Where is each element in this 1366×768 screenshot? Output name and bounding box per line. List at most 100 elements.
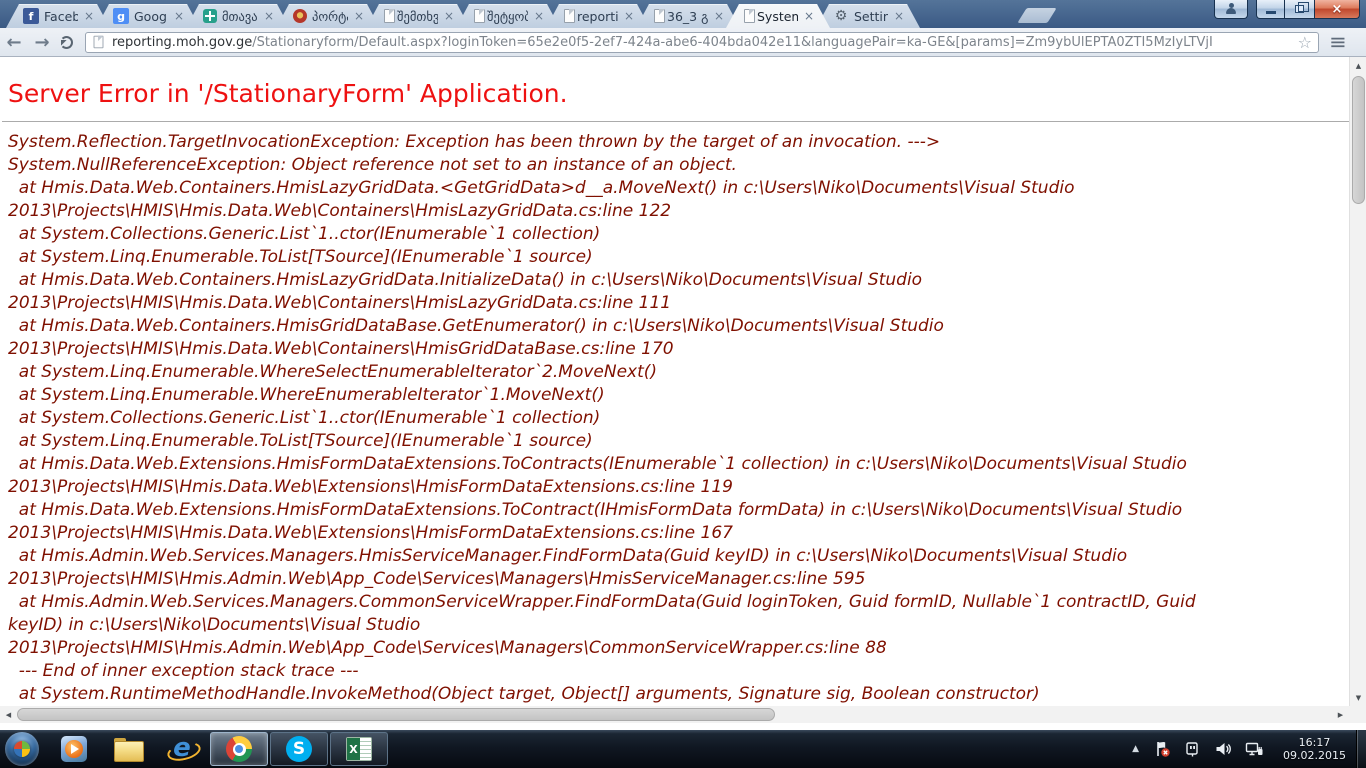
tab-facebook[interactable]: f Facebook × [6, 4, 110, 28]
tab-google[interactable]: g Google × [96, 4, 200, 28]
tabs: f Facebook × g Google × მთავარი × პორტალ… [0, 4, 920, 28]
page-content: Server Error in '/StationaryForm' Applic… [0, 57, 1366, 730]
url-text: reporting.moh.gov.ge/Stationaryform/Defa… [112, 35, 1294, 50]
page-favicon-icon [384, 9, 395, 23]
media-player-icon [61, 736, 87, 762]
horizontal-scroll-thumb[interactable] [17, 708, 775, 721]
taskbar-items: e S X [47, 730, 389, 768]
vertical-scrollbar[interactable]: ▲ ▼ [1349, 57, 1366, 706]
network-icon[interactable] [1245, 741, 1264, 758]
green-shield-favicon-icon [203, 9, 217, 23]
clock-time: 16:17 [1283, 736, 1346, 749]
tab-close-icon[interactable]: × [532, 9, 546, 23]
internet-explorer-button[interactable]: e [155, 730, 209, 768]
google-favicon-icon: g [113, 8, 129, 24]
minimize-button[interactable] [1256, 0, 1285, 19]
tab-close-icon[interactable]: × [892, 9, 906, 23]
address-bar[interactable]: reporting.moh.gov.ge/Stationaryform/Defa… [85, 32, 1319, 53]
scroll-up-arrow[interactable]: ▲ [1350, 57, 1366, 74]
clock-date: 09.02.2015 [1283, 749, 1346, 762]
tray-expand-icon[interactable]: ▲ [1132, 744, 1139, 754]
tab-title: Google [134, 9, 168, 24]
profile-button[interactable] [1214, 0, 1248, 19]
new-tab-button[interactable] [1017, 8, 1056, 23]
url-path: /Stationaryform/Default.aspx?loginToken=… [252, 35, 1213, 50]
chrome-icon [226, 736, 252, 762]
page-favicon-icon [564, 9, 575, 23]
tab-title: პორტალი [312, 9, 348, 24]
tab-title: Settings [854, 9, 888, 24]
url-domain: reporting.moh.gov.ge [112, 35, 252, 50]
tab-close-icon[interactable]: × [442, 9, 456, 23]
tab-title: მთავარი [222, 9, 258, 24]
tab-system-reflection-active[interactable]: System.Refl × [726, 4, 830, 28]
tab-title: შეტყობინე [487, 9, 528, 24]
skype-icon: S [286, 736, 312, 762]
action-center-flag-icon[interactable] [1153, 740, 1171, 758]
back-button[interactable]: ← [0, 32, 28, 53]
explorer-button[interactable] [101, 730, 155, 768]
excel-x-glyph: X [347, 738, 360, 760]
forward-button[interactable]: → [28, 32, 56, 53]
tab-strip: f Facebook × g Google × მთავარი × პორტალ… [0, 0, 1366, 28]
page-favicon-icon [654, 9, 665, 23]
menu-icon[interactable]: ≡ [1329, 32, 1347, 52]
clock[interactable]: 16:17 09.02.2015 [1283, 736, 1346, 762]
window-controls: × [1214, 0, 1360, 19]
tab-mtavari[interactable]: მთავარი × [186, 4, 290, 28]
red-emblem-favicon-icon [293, 9, 307, 23]
internet-explorer-icon: e [168, 736, 196, 762]
page-favicon-icon [474, 9, 485, 23]
skype-button[interactable]: S [270, 732, 328, 766]
tab-close-icon[interactable]: × [82, 9, 96, 23]
scroll-left-arrow[interactable]: ◀ [0, 706, 17, 723]
horizontal-scrollbar[interactable]: ◀ ▶ [0, 706, 1349, 723]
restore-button[interactable] [1285, 0, 1314, 19]
bookmark-star-icon[interactable]: ☆ [1298, 33, 1312, 52]
excel-grid [360, 738, 371, 760]
tab-shetqobine[interactable]: შეტყობინე × [456, 4, 560, 28]
tab-title: reporting.m [577, 9, 618, 24]
tab-settings[interactable]: ⚙ Settings × [816, 4, 920, 28]
page-icon [94, 36, 104, 49]
scroll-right-arrow[interactable]: ▶ [1332, 706, 1349, 723]
scroll-down-arrow[interactable]: ▼ [1350, 689, 1366, 706]
reload-button[interactable] [60, 36, 73, 49]
stack-trace: System.Reflection.TargetInvocationExcept… [8, 131, 1366, 706]
tab-close-icon[interactable]: × [802, 9, 816, 23]
media-player-button[interactable] [47, 730, 101, 768]
tab-shemtkhvevis[interactable]: შემთხვევის × [366, 4, 470, 28]
tab-title: 36_3 გადაუ [667, 9, 708, 24]
tab-close-icon[interactable]: × [622, 9, 636, 23]
start-button[interactable] [5, 732, 39, 766]
tab-close-icon[interactable]: × [352, 9, 366, 23]
windows-logo-icon [14, 741, 30, 757]
tab-title: Facebook [44, 9, 78, 24]
tab-title: შემთხვევის [397, 9, 438, 24]
tab-reporting[interactable]: reporting.m × [546, 4, 650, 28]
close-icon: × [1332, 2, 1343, 17]
taskbar: e S X ▲ [0, 730, 1366, 768]
divider [2, 121, 1354, 122]
error-page-title: Server Error in '/StationaryForm' Applic… [8, 79, 1366, 108]
power-plug-icon[interactable] [1184, 741, 1201, 758]
tab-close-icon[interactable]: × [712, 9, 726, 23]
tab-portali[interactable]: პორტალი × [276, 4, 380, 28]
tab-close-icon[interactable]: × [262, 9, 276, 23]
person-icon [1225, 4, 1237, 14]
excel-button[interactable]: X [330, 732, 388, 766]
tab-36-3-gadau[interactable]: 36_3 გადაუ × [636, 4, 740, 28]
desktop-screen: f Facebook × g Google × მთავარი × პორტალ… [0, 0, 1366, 768]
excel-icon: X [346, 737, 372, 761]
close-button[interactable]: × [1314, 0, 1360, 19]
vertical-scroll-thumb[interactable] [1352, 76, 1365, 204]
tab-title: System.Refl [757, 9, 798, 24]
minimize-icon [1266, 11, 1276, 14]
system-tray: ▲ [1132, 730, 1366, 768]
page-favicon-icon [744, 9, 755, 23]
chrome-button[interactable] [210, 732, 268, 766]
volume-icon[interactable] [1214, 740, 1232, 758]
show-desktop-button[interactable] [1356, 730, 1366, 768]
tab-close-icon[interactable]: × [172, 9, 186, 23]
gear-icon: ⚙ [833, 8, 849, 24]
